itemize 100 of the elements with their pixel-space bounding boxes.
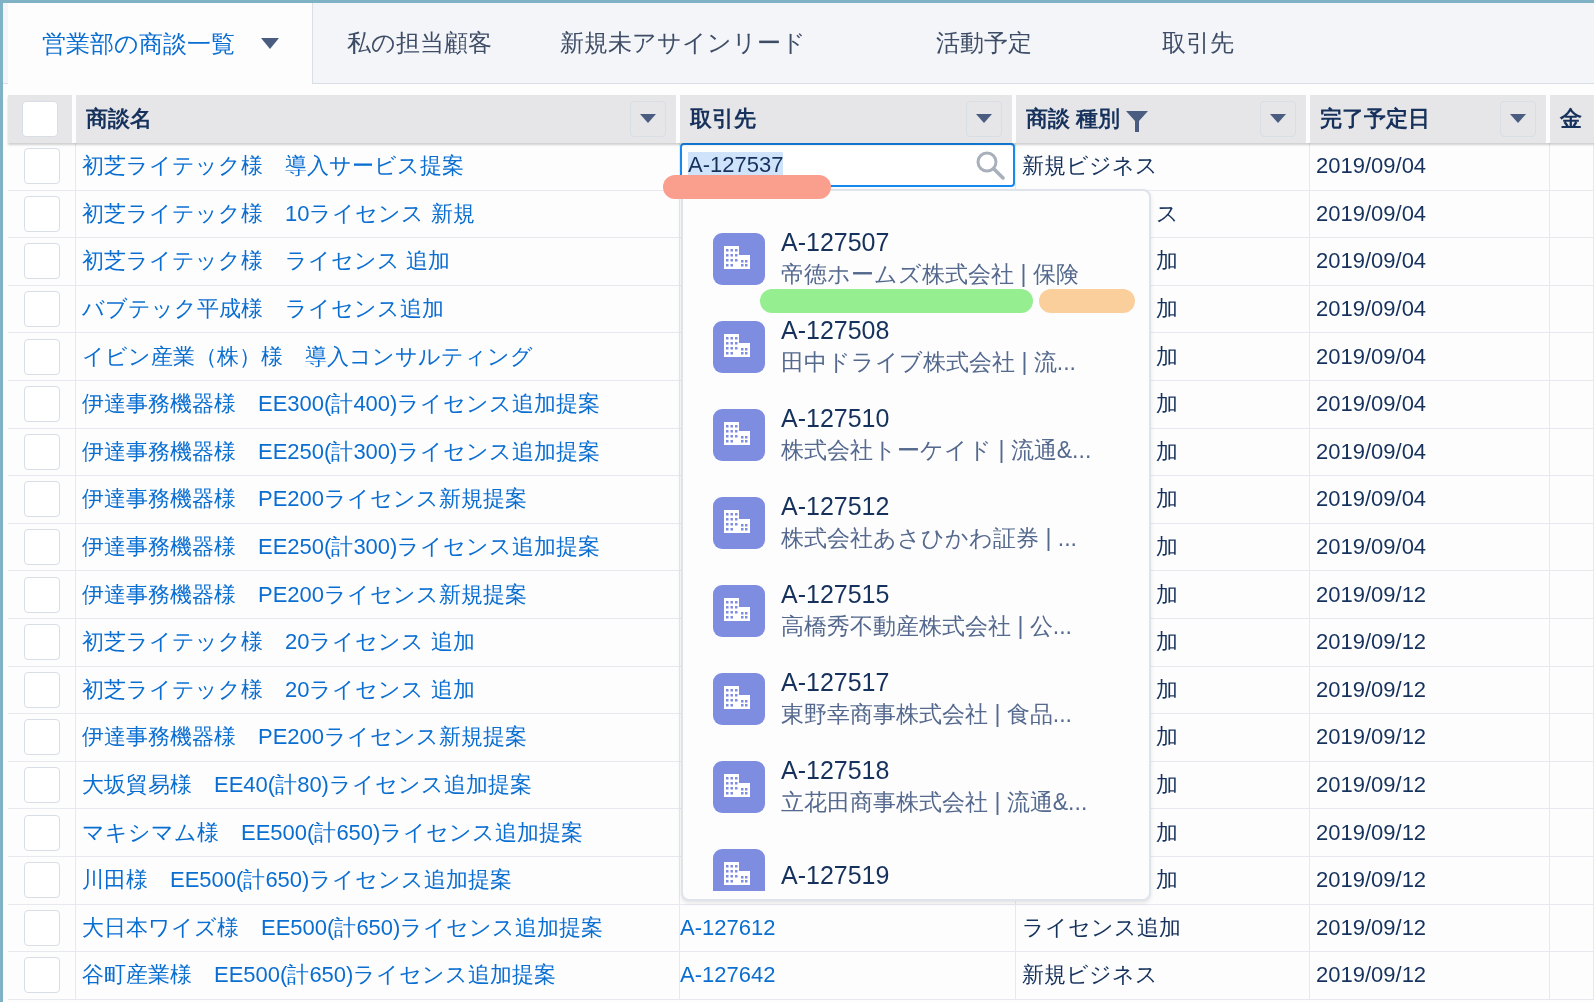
row-checkbox[interactable] [23,386,60,423]
type-text: 加 [1156,771,1178,799]
tab[interactable]: 取引先 [1128,3,1268,83]
row-checkbox[interactable] [23,148,60,185]
row-checkbox[interactable] [23,576,60,613]
type-text: 加 [1156,723,1178,752]
date-text: 2019/09/04 [1316,248,1427,275]
opportunity-link[interactable]: 伊達事務機器様 EE250(計300)ライセンス追加提案 [82,532,601,563]
row-checkbox[interactable] [23,195,60,232]
column-title: 商談 種別 [1026,105,1121,133]
account-link[interactable]: A-127642 [680,962,776,989]
row-checkbox[interactable] [23,671,60,708]
opportunity-link[interactable]: 大坂貿易様 EE40(計80)ライセンス追加提案 [82,770,532,800]
opportunity-link[interactable]: 伊達事務機器様 PE200ライセンス新規提案 [82,484,528,515]
opportunity-link[interactable]: 川田様 EE500(計650)ライセンス追加提案 [82,865,513,896]
tab[interactable]: 新規未アサインリード [526,3,902,83]
building-icon [713,497,765,549]
result-title[interactable]: A-127515 [781,580,1072,609]
building-icon [713,321,765,373]
date-text: 2019/09/04 [1316,438,1427,465]
column-menu-button[interactable] [630,101,666,137]
building-icon [713,233,765,285]
result-title[interactable]: A-127518 [781,756,1088,785]
select-all-checkbox[interactable] [22,101,58,137]
row-checkbox[interactable] [23,814,60,851]
type-text: 加 [1156,390,1178,419]
opportunity-link[interactable]: 伊達事務機器様 EE300(計400)ライセンス追加提案 [82,389,601,420]
result-title[interactable]: A-127519 [781,860,890,890]
date-text: 2019/09/12 [1316,867,1427,894]
result-title[interactable]: A-127508 [781,316,1076,345]
row-checkbox[interactable] [23,719,60,756]
row-checkbox[interactable] [23,243,60,280]
row-checkbox[interactable] [23,909,60,946]
date-text: 2019/09/12 [1316,772,1427,798]
result-title[interactable]: A-127517 [781,668,1072,697]
building-icon [713,673,765,725]
result-title[interactable]: A-127512 [781,492,1077,521]
type-text: 加 [1156,628,1178,657]
opportunity-link[interactable]: 伊達事務機器様 PE200ライセンス新規提案 [82,722,528,753]
date-text: 2019/09/12 [1316,629,1427,656]
column-menu-button[interactable] [966,101,1002,137]
row-checkbox[interactable] [23,957,60,994]
result-title[interactable]: A-127510 [781,404,1092,433]
result-subtitle: 高橋秀不動産株式会社 | 公... [781,612,1072,641]
date-text: 2019/09/04 [1316,153,1427,180]
row-checkbox[interactable] [23,624,60,661]
column-menu-button[interactable] [1260,101,1296,137]
building-icon [713,409,765,461]
row-checkbox[interactable] [23,767,60,803]
date-text: 2019/09/12 [1316,819,1427,846]
type-text: 新規ビジネス [1022,152,1158,181]
opportunity-link[interactable]: 初芝ライテック様 20ライセンス 追加 [82,627,475,658]
opportunity-link[interactable]: 大日本ワイズ様 EE500(計650)ライセンス追加提案 [82,912,604,943]
type-text: 加 [1156,342,1178,371]
row-checkbox[interactable] [23,481,60,518]
opportunity-link[interactable]: 初芝ライテック様 ライセンス 追加 [82,246,451,277]
column-title: 取引先 [690,105,756,133]
date-text: 2019/09/04 [1316,486,1427,513]
row-checkbox[interactable] [23,338,60,375]
opportunity-link[interactable]: 伊達事務機器様 PE200ライセンス新規提案 [82,579,528,610]
tab[interactable]: 営業部の商談一覧 [8,3,313,84]
row-checkbox[interactable] [23,529,60,566]
building-icon [713,761,765,813]
result-subtitle: 東野幸商事株式会社 | 食品... [781,700,1072,729]
tab[interactable]: 活動予定 [902,3,1128,83]
opportunity-link[interactable]: 初芝ライテック様 導入サービス提案 [82,151,464,182]
date-text: 2019/09/12 [1316,914,1427,941]
tab[interactable]: 私の担当顧客 [313,3,526,83]
opportunity-link[interactable]: イビン産業（株）様 導入コンサルティング [82,341,533,372]
row-checkbox[interactable] [23,862,60,899]
opportunity-link[interactable]: 初芝ライテック様 10ライセンス 新規 [82,198,475,229]
caret-icon [1510,114,1526,124]
date-text: 2019/09/04 [1316,534,1427,561]
type-text: 加 [1156,247,1178,276]
opportunity-link[interactable]: マキシマム様 EE500(計650)ライセンス追加提案 [82,817,584,848]
account-link[interactable]: A-127612 [680,914,776,941]
type-text: ライセンス追加 [1022,913,1181,942]
date-text: 2019/09/12 [1316,676,1427,703]
column-menu-button[interactable] [1500,101,1536,137]
type-text: 加 [1156,485,1178,514]
caret-icon [1270,114,1286,124]
date-text: 2019/09/04 [1316,296,1427,323]
opportunity-link[interactable]: 谷町産業様 EE500(計650)ライセンス追加提案 [82,960,557,991]
opportunity-link[interactable]: バブテック平成様 ライセンス追加 [82,294,444,325]
result-subtitle: 立花田商事株式会社 | 流通&... [781,788,1088,817]
row-checkbox[interactable] [23,433,60,470]
row-checkbox[interactable] [23,291,60,328]
type-text: 加 [1156,866,1178,895]
type-text: 新規ビジネス [1022,961,1158,990]
date-text: 2019/09/04 [1316,391,1427,418]
date-text: 2019/09/12 [1316,724,1427,751]
opportunity-link[interactable]: 伊達事務機器様 EE250(計300)ライセンス追加提案 [82,436,601,467]
type-text: 加 [1156,818,1178,847]
building-icon [713,849,765,891]
type-text: 加 [1156,437,1178,466]
type-text: 加 [1156,295,1178,324]
date-text: 2019/09/04 [1316,343,1427,370]
result-title[interactable]: A-127507 [781,228,1079,257]
opportunity-link[interactable]: 初芝ライテック様 20ライセンス 追加 [82,674,475,705]
caret-icon [976,114,992,124]
